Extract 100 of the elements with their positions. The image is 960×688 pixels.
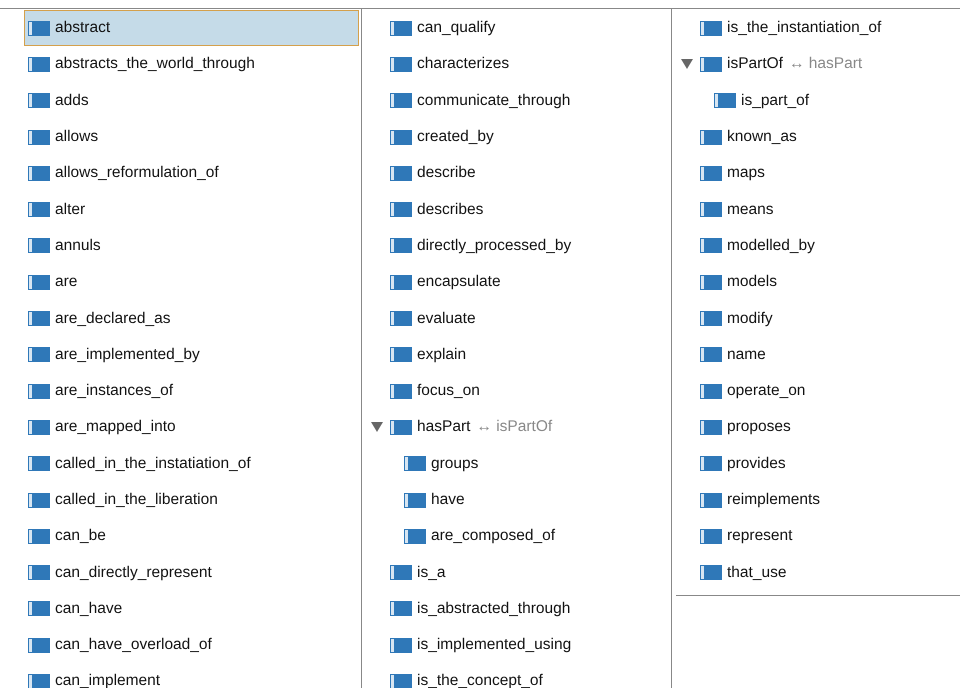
tree-item[interactable]: is_implemented_using: [366, 627, 671, 664]
property-icon: [29, 530, 49, 543]
tree-item[interactable]: describe: [366, 155, 671, 192]
property-icon: [29, 312, 49, 326]
property-icon: [701, 130, 721, 144]
tree-item[interactable]: adds: [24, 82, 359, 119]
tree-item[interactable]: reimplements: [676, 482, 960, 518]
property-label: is_a: [417, 564, 446, 582]
property-label: operate_on: [727, 382, 806, 400]
property-label: are: [55, 273, 78, 292]
tree-item[interactable]: modelled_by: [676, 228, 960, 264]
tree-item[interactable]: can_directly_represent: [24, 554, 359, 591]
tree-item[interactable]: can_have: [24, 590, 359, 628]
tree-item[interactable]: describes: [366, 191, 671, 228]
property-icon: [391, 276, 411, 289]
tree-item[interactable]: encapsulate: [366, 264, 671, 300]
tree-item[interactable]: represent: [676, 518, 960, 554]
property-label: name: [727, 346, 766, 364]
property-label: explain: [417, 346, 466, 364]
property-icon: [391, 239, 411, 252]
tree-item[interactable]: evaluate: [366, 300, 671, 337]
property-icon: [391, 312, 411, 326]
tree-item[interactable]: alter: [24, 191, 359, 228]
tree-item[interactable]: called_in_the_instatiation_of: [24, 446, 359, 482]
property-label: encapsulate: [417, 273, 501, 292]
tree-item[interactable]: are_composed_of: [366, 518, 671, 554]
tree-item[interactable]: can_qualify: [366, 10, 671, 46]
property-icon: [29, 384, 49, 398]
tree-item[interactable]: are: [24, 264, 359, 300]
tree-item[interactable]: allows_reformulation_of: [24, 155, 359, 192]
property-label: are_instances_of: [55, 382, 174, 400]
property-label: called_in_the_instatiation_of: [55, 454, 251, 473]
tree-item[interactable]: means: [676, 191, 960, 228]
tree-item[interactable]: isPartOf ↔ hasPart: [676, 46, 960, 83]
tree-item[interactable]: communicate_through: [366, 82, 671, 119]
tree-item[interactable]: are_mapped_into: [24, 409, 359, 446]
tree-item[interactable]: proposes: [676, 409, 960, 446]
tree-item[interactable]: is_part_of: [676, 82, 960, 119]
inverse-property-label: ↔ isPartOf: [476, 418, 552, 436]
property-icon: [391, 420, 411, 434]
tree-item[interactable]: is_a: [366, 554, 671, 591]
inverse-property-label: ↔ hasPart: [788, 55, 862, 74]
tree-item[interactable]: are_declared_as: [24, 300, 359, 337]
property-icon: [29, 638, 49, 652]
tree-item[interactable]: abstract: [24, 10, 359, 46]
tree-item[interactable]: abstracts_the_world_through: [24, 46, 359, 83]
property-label: represent: [727, 527, 792, 546]
tree-item[interactable]: are_implemented_by: [24, 336, 359, 373]
property-icon: [391, 94, 411, 108]
tree-item[interactable]: that_use: [676, 554, 960, 591]
tree-item[interactable]: maps: [676, 155, 960, 192]
tree-item[interactable]: allows: [24, 118, 359, 156]
property-label: are_mapped_into: [55, 418, 176, 436]
tree-item[interactable]: name: [676, 336, 960, 373]
property-icon: [701, 276, 721, 289]
property-label: can_qualify: [417, 19, 496, 38]
tree-item[interactable]: called_in_the_liberation: [24, 482, 359, 518]
property-label: called_in_the_liberation: [55, 491, 218, 509]
property-label: modelled_by: [727, 236, 815, 255]
tree-item[interactable]: modify: [676, 300, 960, 337]
property-icon: [29, 566, 49, 580]
property-icon: [391, 566, 411, 580]
tree-item[interactable]: groups: [366, 446, 671, 482]
tree-item[interactable]: can_have_overload_of: [24, 627, 359, 664]
property-icon: [701, 494, 721, 506]
property-icon: [29, 166, 49, 180]
tree-item[interactable]: characterizes: [366, 46, 671, 83]
property-label: evaluate: [417, 310, 476, 328]
tree-item[interactable]: annuls: [24, 228, 359, 264]
property-label: provides: [727, 454, 786, 473]
property-icon: [391, 638, 411, 652]
tree-item[interactable]: is_the_instantiation_of: [676, 10, 960, 46]
property-label: isPartOf: [727, 55, 783, 74]
property-label: allows_reformulation_of: [55, 164, 219, 182]
tree-item[interactable]: models: [676, 264, 960, 300]
property-icon: [29, 674, 49, 688]
property-icon: [391, 348, 411, 362]
tree-item[interactable]: operate_on: [676, 372, 960, 410]
property-label: modify: [727, 310, 773, 328]
property-label: known_as: [727, 128, 797, 146]
tree-item[interactable]: focus_on: [366, 372, 671, 410]
tree-item[interactable]: is_abstracted_through: [366, 590, 671, 628]
tree-item[interactable]: known_as: [676, 118, 960, 156]
property-icon: [29, 420, 49, 434]
property-icon: [29, 602, 49, 616]
property-icon: [701, 348, 721, 362]
expanded-triangle-icon[interactable]: [681, 59, 693, 70]
property-label: have: [431, 491, 465, 509]
tree-item[interactable]: provides: [676, 446, 960, 482]
tree-item[interactable]: have: [366, 482, 671, 518]
tree-item[interactable]: directly_processed_by: [366, 228, 671, 264]
property-icon: [29, 58, 49, 71]
tree-item[interactable]: created_by: [366, 118, 671, 156]
property-label: can_be: [55, 527, 106, 546]
tree-item[interactable]: explain: [366, 336, 671, 373]
expanded-triangle-icon[interactable]: [371, 422, 383, 432]
tree-item[interactable]: hasPart ↔ isPartOf: [366, 409, 671, 446]
tree-item[interactable]: can_be: [24, 518, 359, 554]
property-icon: [701, 384, 721, 398]
tree-item[interactable]: are_instances_of: [24, 372, 359, 410]
